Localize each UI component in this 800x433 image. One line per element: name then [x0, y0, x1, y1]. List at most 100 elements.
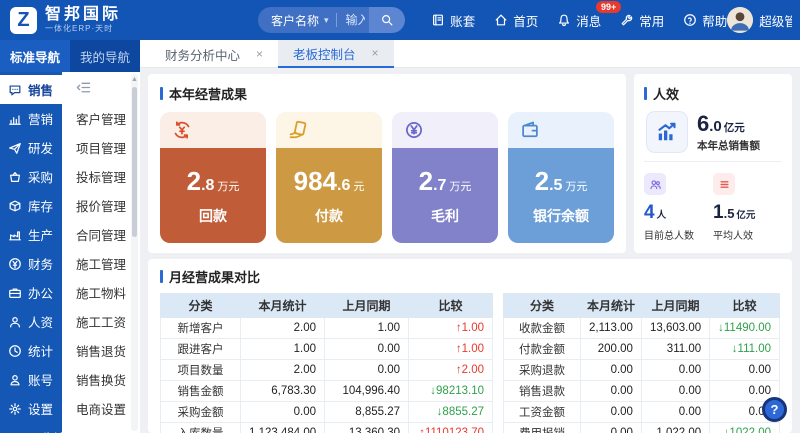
table-row[interactable]: 采购退款 0.00 0.00 0.00 — [502, 359, 780, 381]
card-icon-strip — [392, 112, 498, 148]
sidebar-item-4[interactable]: 库存 — [0, 191, 62, 220]
row-current-month: 2,113.00 — [580, 317, 642, 339]
sidebar-item-7[interactable]: 办公 — [0, 278, 62, 307]
submenu-item-10[interactable]: 电商设置 — [76, 394, 128, 423]
scrollbar-up-arrow[interactable]: ▲ — [131, 74, 138, 85]
nav-mode-tab-0[interactable]: 标准导航 — [0, 40, 70, 72]
sidebar-item-9[interactable]: 统计 — [0, 336, 62, 365]
search-button[interactable] — [369, 7, 406, 33]
submenu-item-4[interactable]: 合同管理 — [76, 220, 128, 249]
row-comparison: ↑2.00 — [408, 359, 493, 381]
sidebar-item-12[interactable]: 回收站 — [0, 423, 62, 433]
payment-icon — [288, 120, 308, 140]
row-category: 费用报销 — [502, 422, 582, 433]
row-current-month: 200.00 — [580, 338, 642, 360]
table-column-header[interactable]: 上月同期 — [324, 293, 409, 318]
row-comparison: 0.00 — [709, 359, 780, 381]
submenu-item-3[interactable]: 报价管理 — [76, 191, 128, 220]
submenu-item-1[interactable]: 项目管理 — [76, 133, 128, 162]
clock-icon — [8, 344, 22, 358]
metric-card-3[interactable]: 2.5 万元 银行余额 — [508, 112, 614, 243]
table-column-header[interactable]: 上月同期 — [640, 293, 711, 318]
sidebar-item-1[interactable]: 营销 — [0, 104, 62, 133]
table-row[interactable]: 项目数量 2.00 0.00 ↑2.00 — [160, 359, 493, 381]
sidebar-item-2[interactable]: 研发 — [0, 133, 62, 162]
help-floating-button[interactable]: ? — [762, 397, 787, 422]
table-row[interactable]: 付款金额 200.00 311.00 ↓111.00 — [502, 338, 780, 360]
close-icon[interactable]: × — [372, 46, 379, 60]
home-icon — [494, 13, 508, 27]
metric-card-0[interactable]: 2.8 万元 回款 — [160, 112, 266, 243]
submenu-item-8[interactable]: 销售退货 — [76, 336, 128, 365]
row-category: 销售金额 — [160, 380, 241, 402]
card-icon-strip — [508, 112, 614, 148]
sidebar-item-0[interactable]: 销售 — [0, 75, 62, 104]
monthly-comparison-panel: 月经营成果对比 分类 本月统计 上月同期 比较 新增客户 2.00 1.00 ↑1.00 跟进客… — [148, 259, 792, 433]
row-previous-month: 0.00 — [324, 338, 409, 360]
header-menu-item-2[interactable]: 消息 99+ — [557, 0, 622, 30]
send-icon — [8, 141, 22, 155]
table-column-header[interactable]: 比较 — [408, 293, 493, 318]
efficiency-title: 人效 — [644, 84, 782, 103]
table-column-header[interactable]: 分类 — [502, 293, 582, 318]
row-category: 采购金额 — [160, 401, 241, 423]
header-menu-item-4[interactable]: 帮助 — [683, 11, 727, 30]
header-menu-item-3[interactable]: 常用 — [620, 11, 664, 30]
sidebar-item-10[interactable]: 账号 — [0, 365, 62, 394]
table-row[interactable]: 销售金额 6,783.30 104,996.40 ↓98213.10 — [160, 380, 493, 402]
submenu-item-6[interactable]: 施工物料 — [76, 278, 128, 307]
table-column-header[interactable]: 本月统计 — [580, 293, 642, 318]
body: 标准导航我的导航 销售营销研发采购库存生产财务办公人资统计账号设置回收站 客户管… — [0, 40, 800, 433]
table-row[interactable]: 费用报销0.001,022.00↓1022.00 — [502, 422, 780, 433]
table-row[interactable]: 采购金额 0.00 8,855.27 ↓8855.27 — [160, 401, 493, 423]
app-subtitle: 一体化ERP·天时 — [45, 24, 114, 34]
sidebar-item-6[interactable]: 财务 — [0, 249, 62, 278]
sidebar-item-5[interactable]: 生产 — [0, 220, 62, 249]
coin-icon — [172, 120, 192, 140]
submenu-scrollbar[interactable]: ▲ — [131, 74, 138, 431]
sidebar-item-8[interactable]: 人资 — [0, 307, 62, 336]
annual-title-text: 本年经营成果 — [169, 87, 248, 102]
stat-value-int: 4 — [644, 202, 655, 223]
scrollbar-thumb[interactable] — [132, 87, 137, 237]
document-tab-0[interactable]: 财务分析中心 × — [150, 40, 278, 68]
table-column-header[interactable]: 比较 — [709, 293, 780, 318]
sidebar-item-label: 统计 — [28, 345, 54, 359]
table-column-header[interactable]: 分类 — [160, 293, 241, 318]
submenu-item-5[interactable]: 施工管理 — [76, 249, 128, 278]
sidebar-item-label: 研发 — [28, 142, 54, 156]
table-row[interactable]: 新增客户 2.00 1.00 ↑1.00 — [160, 317, 493, 339]
header-menu-item-0[interactable]: 账套 — [431, 11, 475, 30]
sidebar-item-label: 人资 — [28, 316, 54, 330]
row-current-month: 0.00 — [580, 380, 642, 402]
header-menu-item-1[interactable]: 首页 — [494, 11, 538, 30]
search-category-dropdown[interactable]: 客户名称 ▾ — [258, 12, 336, 29]
submenu-item-9[interactable]: 销售换货 — [76, 365, 128, 394]
row-previous-month: 13,360.30 — [324, 422, 409, 433]
row-previous-month: 0.00 — [640, 401, 711, 423]
nav-mode-tab-1[interactable]: 我的导航 — [70, 40, 140, 72]
table-row[interactable]: 销售退款 0.00 0.00 0.00 — [502, 380, 780, 402]
brand[interactable]: Z 智邦国际 一体化ERP·天时 — [8, 6, 258, 35]
table-row[interactable]: 收款金额 2,113.00 13,603.00 ↓11490.00 — [502, 317, 780, 339]
people-icon — [644, 173, 666, 195]
table-column-header[interactable]: 本月统计 — [240, 293, 325, 318]
chart-icon — [8, 112, 22, 126]
submenu-item-0[interactable]: 客户管理 — [76, 104, 128, 133]
table-row[interactable]: 工资金额 0.00 0.00 0.00 — [502, 401, 780, 423]
document-tab-1[interactable]: 老板控制台 × — [278, 40, 394, 68]
submenu-item-2[interactable]: 投标管理 — [76, 162, 128, 191]
table-row[interactable]: 跟进客户 1.00 0.00 ↑1.00 — [160, 338, 493, 360]
close-icon[interactable]: × — [256, 47, 263, 61]
search-input[interactable] — [336, 13, 370, 27]
table-row[interactable]: 入库数量1,123,484.0013,360.30↑1110123.70 — [160, 422, 493, 433]
sidebar-item-3[interactable]: 采购 — [0, 162, 62, 191]
submenu-item-7[interactable]: 施工工资 — [76, 307, 128, 336]
metric-card-1[interactable]: 984.6 元付款 — [276, 112, 382, 243]
card-value-unit: 万元 — [217, 180, 240, 193]
left-panels: 销售营销研发采购库存生产财务办公人资统计账号设置回收站 客户管理项目管理投标管理… — [0, 72, 140, 433]
user-profile[interactable]: 超级管理员 — [727, 7, 792, 33]
sidebar-item-11[interactable]: 设置 — [0, 394, 62, 423]
metric-card-2[interactable]: 2.7 万元 毛利 — [392, 112, 498, 243]
collapse-submenu-button[interactable] — [76, 77, 91, 97]
